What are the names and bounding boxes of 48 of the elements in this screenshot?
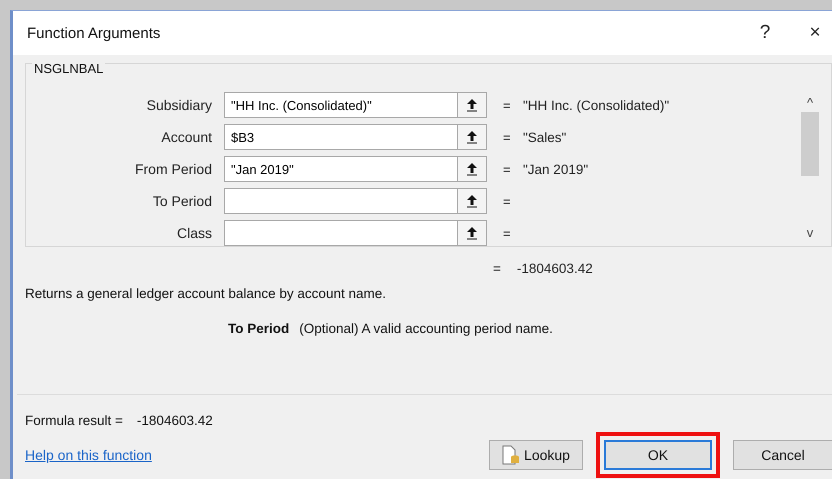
ok-button[interactable]: OK	[604, 440, 712, 470]
equals-sign: =	[503, 130, 512, 144]
argument-field[interactable]: "HH Inc. (Consolidated)"	[224, 92, 458, 118]
argument-label: From Period	[134, 161, 213, 177]
close-button[interactable]: ×	[790, 11, 832, 55]
upload-arrow-icon	[466, 98, 478, 112]
equals-sign: =	[503, 226, 512, 240]
upload-arrow-icon	[466, 130, 478, 144]
scroll-thumb[interactable]	[801, 112, 819, 176]
argument-label: Class	[176, 225, 213, 241]
argument-label: Subsidiary	[146, 97, 213, 113]
lookup-button[interactable]: Lookup	[489, 440, 583, 470]
help-link[interactable]: Help on this function	[25, 447, 482, 463]
cancel-button[interactable]: Cancel	[733, 440, 832, 470]
argument-value: "Sales"	[523, 130, 566, 144]
scroll-up-button[interactable]: ^	[806, 92, 814, 112]
upload-arrow-icon	[466, 226, 478, 240]
argument-value: "HH Inc. (Consolidated)"	[523, 98, 670, 112]
document-database-icon	[502, 445, 520, 465]
scrollbar[interactable]: ^ v	[799, 92, 821, 242]
formula-result-label: Formula result =	[25, 413, 123, 428]
formula-result-value: -1804603.42	[136, 413, 213, 428]
argument-label: To Period	[152, 193, 213, 209]
equals-sign: =	[503, 162, 512, 176]
argument-field[interactable]: "Jan 2019"	[224, 156, 458, 182]
scroll-down-button[interactable]: v	[806, 222, 814, 242]
help-button[interactable]: ?	[740, 11, 790, 55]
collapse-button[interactable]	[458, 188, 487, 214]
parameter-name: To Period	[228, 321, 290, 336]
collapse-button[interactable]	[458, 92, 487, 118]
function-description: Returns a general ledger account balance by account name.	[24, 285, 387, 301]
argument-field[interactable]: $B3	[224, 124, 458, 150]
collapse-button[interactable]	[458, 220, 487, 246]
argument-value: "Jan 2019"	[523, 162, 588, 176]
parameter-description: (Optional) A valid accounting period name.	[299, 321, 553, 336]
collapse-button[interactable]	[458, 156, 487, 182]
argument-field[interactable]	[224, 220, 458, 246]
equals-sign: =	[503, 98, 512, 112]
upload-arrow-icon	[466, 162, 478, 176]
upload-arrow-icon	[466, 194, 478, 208]
argument-field[interactable]	[224, 188, 458, 214]
collapse-button[interactable]	[458, 124, 487, 150]
function-result: -1804603.42	[516, 261, 593, 276]
argument-label: Account	[160, 129, 213, 145]
equals-sign: =	[493, 261, 501, 276]
function-name: NSGLNBAL	[32, 61, 106, 76]
window-title: Function Arguments	[27, 24, 162, 42]
equals-sign: =	[503, 194, 512, 208]
